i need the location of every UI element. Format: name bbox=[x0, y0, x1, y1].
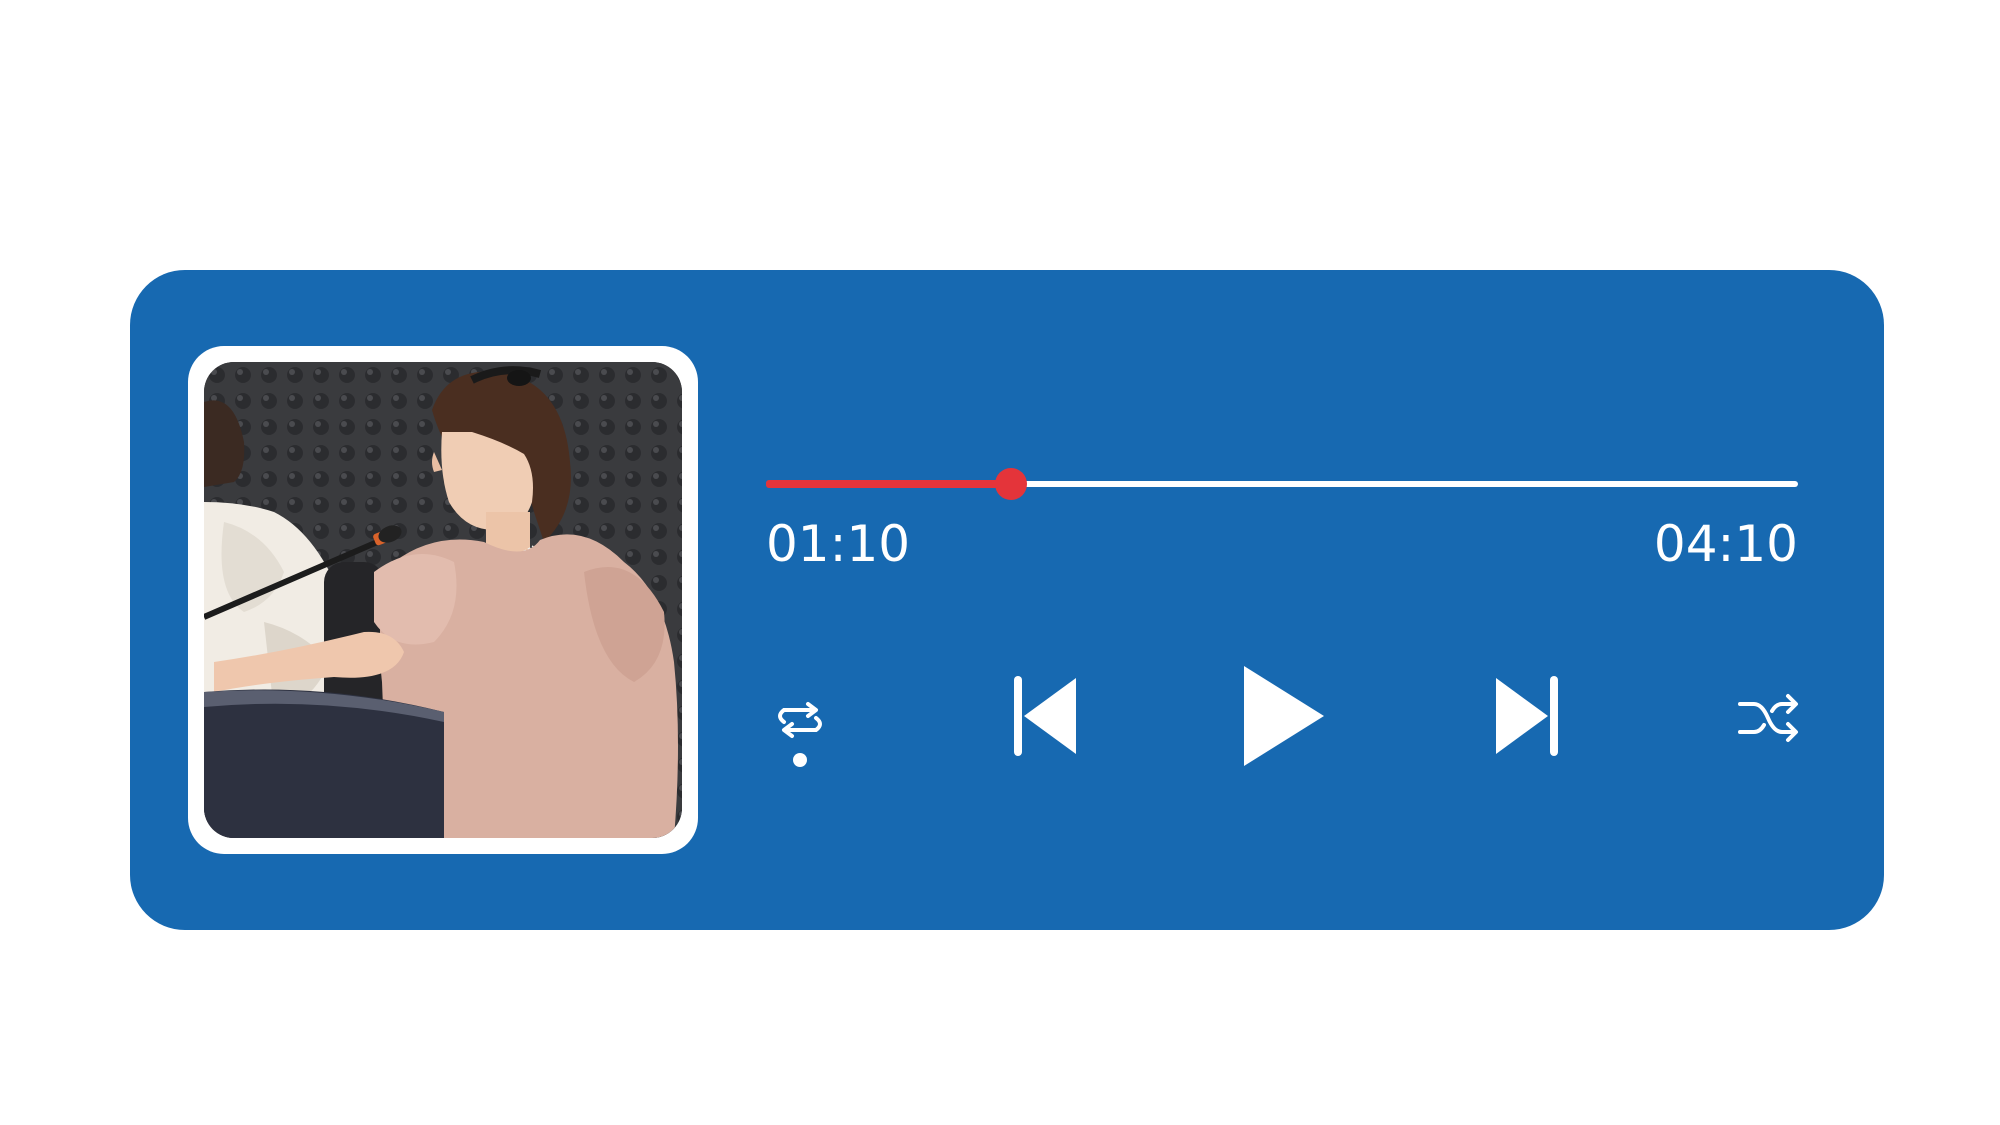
shuffle-icon bbox=[1738, 694, 1798, 742]
skip-previous-icon bbox=[1014, 676, 1076, 756]
skip-next-icon bbox=[1496, 676, 1558, 756]
total-time: 04:10 bbox=[1653, 515, 1798, 573]
elapsed-time: 01:10 bbox=[766, 515, 911, 573]
album-art-frame bbox=[188, 346, 698, 854]
next-button[interactable] bbox=[1492, 674, 1562, 758]
previous-button[interactable] bbox=[1010, 674, 1080, 758]
play-button[interactable] bbox=[1242, 664, 1326, 768]
progress-bar[interactable] bbox=[766, 468, 1798, 500]
progress-knob[interactable] bbox=[994, 468, 1027, 500]
play-icon bbox=[1244, 666, 1324, 766]
repeat-button[interactable] bbox=[770, 694, 830, 774]
shuffle-button[interactable] bbox=[1738, 690, 1800, 746]
progress-fill bbox=[766, 480, 1011, 488]
repeat-icon bbox=[778, 702, 822, 767]
album-art-image bbox=[204, 362, 682, 838]
music-player-card: 01:10 04:10 bbox=[130, 270, 1884, 930]
